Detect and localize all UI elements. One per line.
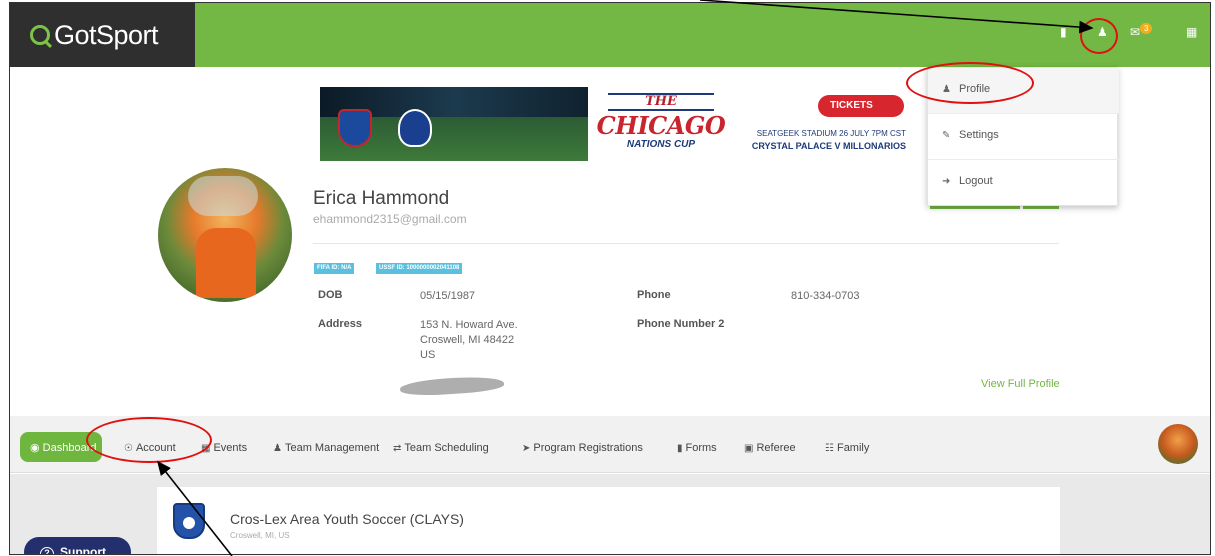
profile-avatar[interactable] <box>158 168 292 302</box>
club-logo-icon <box>173 503 205 539</box>
profile-name: Erica Hammond <box>313 188 450 209</box>
banner-match: CRYSTAL PALACE V MILLONARIOS <box>751 141 906 151</box>
club-location: Croswell, MI, US <box>230 531 290 540</box>
crystal-palace-crest-icon <box>338 109 372 147</box>
exchange-icon: ⇄ <box>393 443 402 454</box>
bookmark-icon[interactable]: ▮ <box>1060 25 1067 39</box>
promo-banner[interactable]: THE CHICAGO NATIONS CUP TICKETS SEATGEEK… <box>320 87 932 161</box>
address-line2: Croswell, MI 48422 <box>420 334 515 346</box>
annotation-circle-account <box>86 417 212 463</box>
logout-icon: ➜ <box>942 176 951 187</box>
nav-label: Events <box>213 442 248 454</box>
annotation-circle-profile <box>906 62 1034 104</box>
nav-label: Forms <box>685 442 717 454</box>
dashboard-icon: ◉ <box>30 442 40 454</box>
club-name[interactable]: Cros-Lex Area Youth Soccer (CLAYS) <box>230 511 464 527</box>
phone2-label: Phone Number 2 <box>637 318 725 330</box>
ussf-id-badge: USSF ID: 1000000002041108 <box>376 263 463 274</box>
calendar-outline-icon: ▣ <box>744 443 754 454</box>
address-line1: 153 N. Howard Ave. <box>420 319 518 331</box>
view-full-profile-link[interactable]: View Full Profile <box>981 378 1060 390</box>
nav-label: Team Scheduling <box>404 442 489 454</box>
file-icon: ▮ <box>677 443 683 454</box>
nav-label: Program Registrations <box>533 442 643 454</box>
question-icon: ? <box>40 547 54 554</box>
nav-referee[interactable]: ▣ Referee <box>744 442 796 454</box>
dropdown-item-label: Logout <box>959 175 993 187</box>
nav-program-registrations[interactable]: ➤ Program Registrations <box>522 442 643 454</box>
paper-plane-icon: ➤ <box>522 443 531 454</box>
nav-label: Referee <box>756 442 796 454</box>
phone-label: Phone <box>637 289 671 301</box>
dob-label: DOB <box>318 289 343 301</box>
notification-badge: 3 <box>1140 23 1153 34</box>
fifa-id-badge: FIFA ID: N/A <box>314 263 355 274</box>
banner-title: CHICAGO <box>596 111 726 140</box>
banner-photo <box>320 87 588 161</box>
annotation-circle-user-icon <box>1080 18 1118 54</box>
dropdown-item-label: Settings <box>959 129 999 141</box>
banner-the: THE <box>608 93 714 111</box>
nav-family[interactable]: ☷ Family <box>825 442 869 454</box>
edit-icon: ✎ <box>942 130 951 141</box>
banner-venue: SEATGEEK STADIUM 26 JULY 7PM CST <box>756 129 906 138</box>
nav-label: Family <box>836 442 870 454</box>
nav-forms[interactable]: ▮ Forms <box>677 442 717 454</box>
support-button[interactable]: ? Support <box>24 537 131 555</box>
nav-label: Team Management <box>284 442 380 454</box>
support-label: Support <box>60 545 106 555</box>
phone-value: 810-334-0703 <box>791 290 860 302</box>
banner-subtitle: NATIONS CUP <box>626 139 696 150</box>
sitemap-icon: ☷ <box>825 443 834 454</box>
millonarios-crest-icon <box>398 109 432 147</box>
dropdown-item-settings[interactable]: ✎ Settings <box>928 114 1119 160</box>
users-icon: ♟ <box>273 443 282 454</box>
nav-team-management[interactable]: ♟ Team Management <box>273 442 379 454</box>
brand-name: GotSport <box>54 19 159 50</box>
grid-menu-icon[interactable]: ▦ <box>1186 25 1197 39</box>
profile-email: ehammond2315@gmail.com <box>313 212 467 226</box>
redaction-scribble <box>399 374 505 398</box>
tickets-button[interactable]: TICKETS <box>818 95 904 117</box>
profile-divider <box>313 243 1059 244</box>
address-label: Address <box>318 318 363 330</box>
mail-icon[interactable]: ✉ <box>1130 25 1140 39</box>
nav-user-avatar[interactable] <box>1158 424 1198 464</box>
dob-value: 05/15/1987 <box>420 290 476 302</box>
gotsport-logo-icon <box>30 25 50 45</box>
nav-team-scheduling[interactable]: ⇄ Team Scheduling <box>393 442 489 454</box>
top-bar: GotSport ▮ ♟ ✉ 3 ▦ <box>10 3 1210 67</box>
brand-logo[interactable]: GotSport <box>10 3 195 67</box>
dropdown-item-logout[interactable]: ➜ Logout <box>928 160 1119 206</box>
address-line3: US <box>420 349 436 361</box>
